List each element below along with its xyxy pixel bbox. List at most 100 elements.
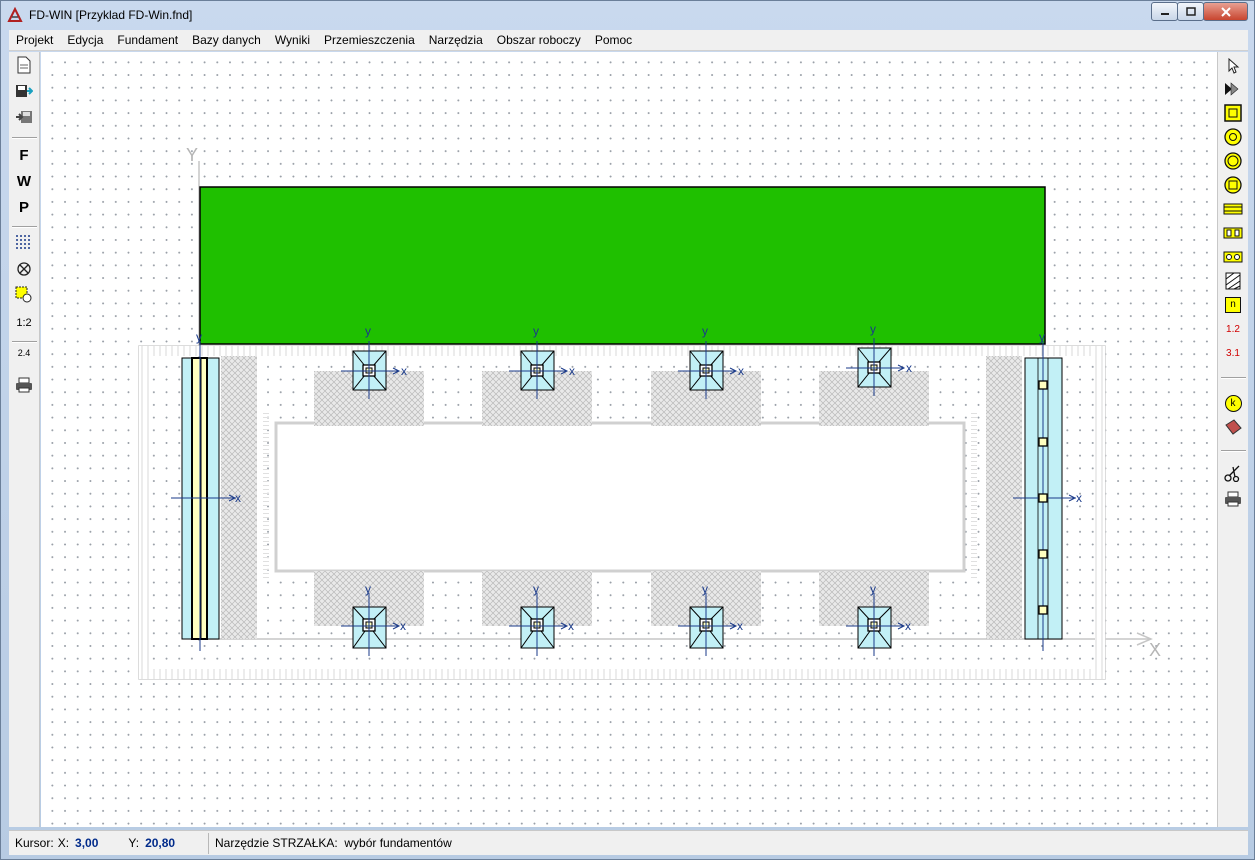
menu-fundament[interactable]: Fundament <box>110 33 185 47</box>
local-y-label: y <box>365 582 371 596</box>
dimension-vertical-button[interactable]: 3.1 <box>1221 342 1245 364</box>
circle-footing-icon <box>1224 128 1242 146</box>
cursor-arrow-icon <box>1228 58 1240 74</box>
displacement-mode-button[interactable]: P <box>12 196 36 218</box>
left-toolbar: F W P 1:2 2.4 <box>9 52 40 827</box>
circle-square-footing-icon <box>1224 176 1242 194</box>
column-k-button[interactable]: k <box>1221 392 1245 414</box>
new-file-button[interactable] <box>12 54 36 76</box>
cursor-x-value: 3,00 <box>75 836 99 850</box>
drawing-canvas[interactable]: Y X x y x y x y x y x y x y x y x y x y … <box>41 52 1217 827</box>
strip-icon <box>1223 203 1243 215</box>
save-button[interactable] <box>12 80 36 102</box>
grid-icon <box>16 235 30 249</box>
multi-arrow-icon <box>1225 82 1239 96</box>
cursor-y-label: Y: <box>128 836 140 850</box>
import-icon <box>16 111 32 123</box>
pad-round-button[interactable] <box>1221 126 1245 148</box>
local-y-label: y <box>870 322 876 336</box>
cursor-label: Kursor: <box>15 836 54 850</box>
menu-wyniki[interactable]: Wyniki <box>268 33 317 47</box>
foundation-mode-button[interactable]: F <box>12 144 36 166</box>
menu-obszar-roboczy[interactable]: Obszar roboczy <box>490 33 588 47</box>
right-toolbar: n 1.2 3.1 k <box>1217 52 1248 827</box>
circle-cross-icon <box>17 262 31 276</box>
erase-button[interactable] <box>1221 416 1245 438</box>
local-x-label: x <box>906 361 912 375</box>
local-x-label: x <box>568 619 574 633</box>
hatch-icon <box>1225 272 1241 290</box>
local-y-label: y <box>702 324 708 338</box>
tool-hint: Narzędzie STRZAŁKA: wybór fundamentów <box>209 833 1209 854</box>
menu-projekt[interactable]: Projekt <box>9 33 60 47</box>
dimension-button[interactable]: 2.4 <box>12 348 36 370</box>
close-button[interactable] <box>1203 2 1248 21</box>
pad-round-square-button[interactable] <box>1221 174 1245 196</box>
local-y-label: y <box>365 324 371 338</box>
results-mode-button[interactable]: W <box>12 170 36 192</box>
local-y-label: y <box>196 330 202 344</box>
import-button[interactable] <box>12 106 36 128</box>
foundation-drawing[interactable]: Y X x y x y x y x y x y x y x y x y x y … <box>41 52 1217 827</box>
cursor-readout: Kursor: X: 3,00 Y: 20,80 <box>9 832 209 854</box>
local-y-label: y <box>533 324 539 338</box>
print-right-button[interactable] <box>1221 488 1245 510</box>
local-y-label: y <box>702 582 708 596</box>
pad-round-filled-button[interactable] <box>1221 150 1245 172</box>
zoom-window-button[interactable] <box>12 284 36 306</box>
hatch-zone-button[interactable] <box>1221 270 1245 292</box>
maximize-button[interactable] <box>1177 2 1204 21</box>
menu-bazy-danych[interactable]: Bazy danych <box>185 33 268 47</box>
save-icon <box>16 85 33 97</box>
strip-footing-right[interactable]: x y <box>1013 330 1082 651</box>
maximize-icon <box>1185 7 1196 16</box>
cursor-x-label: X: <box>57 836 70 850</box>
cursor-y-value: 20,80 <box>145 836 176 850</box>
strip-columns-icon <box>1223 227 1243 239</box>
grid-toggle-button[interactable] <box>12 232 36 254</box>
dimension-horizontal-button[interactable]: 1.2 <box>1221 318 1245 340</box>
local-x-label: x <box>905 619 911 633</box>
load-beam[interactable] <box>199 186 1046 345</box>
new-document-icon <box>17 56 31 74</box>
menu-edycja[interactable]: Edycja <box>60 33 110 47</box>
scissors-icon <box>1224 465 1240 482</box>
menu-przemieszczenia[interactable]: Przemieszczenia <box>317 33 422 47</box>
slab-outline[interactable] <box>138 345 1106 680</box>
printer-icon <box>16 377 32 393</box>
strip-circles-icon <box>1223 251 1243 263</box>
cut-button[interactable] <box>1221 462 1245 484</box>
app-icon <box>7 7 23 22</box>
zoom-window-icon <box>15 286 32 303</box>
axis-y-label: Y <box>186 145 198 165</box>
snap-button[interactable] <box>12 258 36 280</box>
tool-hint-text: Narzędzie STRZAŁKA: wybór fundamentów <box>215 836 452 850</box>
local-x-label: x <box>401 364 407 378</box>
print-button[interactable] <box>12 374 36 396</box>
minimize-button[interactable] <box>1151 2 1178 21</box>
k-label: k <box>1224 394 1242 412</box>
app-window: FD-WIN [Przyklad FD-Win.fnd] Projekt Edy… <box>0 0 1255 860</box>
local-x-label: x <box>569 364 575 378</box>
number-button[interactable]: n <box>1221 294 1245 316</box>
local-y-label: y <box>533 582 539 596</box>
pad-square-button[interactable] <box>1221 102 1245 124</box>
arrow-tool-button[interactable] <box>1221 55 1245 77</box>
minimize-icon <box>1160 12 1169 15</box>
number-label: n <box>1225 297 1241 313</box>
scale-button[interactable]: 1:2 <box>12 312 36 334</box>
eraser-icon <box>1225 419 1242 435</box>
strip-footing-button[interactable] <box>1221 198 1245 220</box>
menu-narzedzia[interactable]: Narzędzia <box>422 33 490 47</box>
strip-columns-button[interactable] <box>1221 222 1245 244</box>
strip-round-button[interactable] <box>1221 246 1245 268</box>
multi-select-button[interactable] <box>1221 78 1245 100</box>
local-x-label: x <box>1076 491 1082 505</box>
axis-x-label: X <box>1149 640 1161 660</box>
menu-pomoc[interactable]: Pomoc <box>588 33 639 47</box>
local-y-label: y <box>870 582 876 596</box>
local-x-label: x <box>235 491 241 505</box>
circle-solid-footing-icon <box>1224 152 1242 170</box>
local-x-label: x <box>737 619 743 633</box>
menu-bar: Projekt Edycja Fundament Bazy danych Wyn… <box>9 30 1248 51</box>
